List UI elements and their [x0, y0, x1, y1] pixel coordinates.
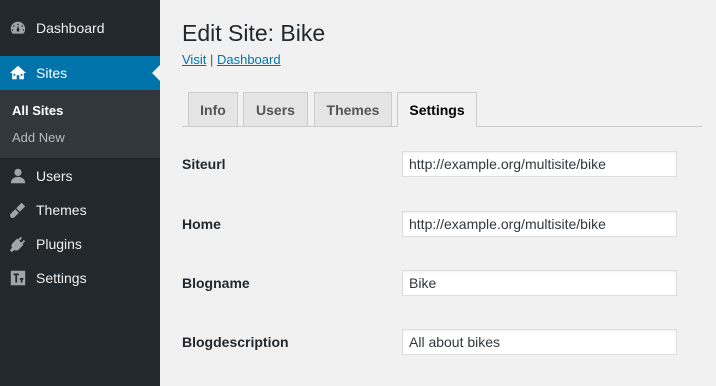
sidebar-item-label: Sites — [36, 65, 68, 81]
submenu-add-new[interactable]: Add New — [12, 130, 65, 145]
blogdescription-field[interactable] — [402, 329, 677, 355]
sidebar-item-users[interactable]: Users — [0, 159, 160, 193]
site-action-links: Visit | Dashboard — [182, 52, 281, 67]
blogdescription-label: Blogdescription — [182, 334, 289, 350]
sidebar-item-settings[interactable]: Settings — [0, 261, 160, 295]
sidebar-item-sites[interactable]: Sites — [0, 56, 160, 90]
sidebar-item-label: Dashboard — [36, 20, 105, 36]
sidebar-item-label: Plugins — [36, 236, 82, 252]
sidebar-item-plugins[interactable]: Plugins — [0, 227, 160, 261]
home-field[interactable] — [402, 211, 677, 237]
home-label: Home — [182, 216, 221, 232]
dashboard-icon — [8, 18, 28, 38]
sidebar-item-label: Themes — [36, 202, 87, 218]
sidebar-item-themes[interactable]: Themes — [0, 193, 160, 227]
blogname-label: Blogname — [182, 275, 250, 291]
tab-settings[interactable]: Settings — [397, 92, 477, 127]
siteurl-label: Siteurl — [182, 156, 226, 172]
sites-submenu: All Sites Add New — [0, 90, 160, 158]
submenu-all-sites[interactable]: All Sites — [12, 103, 63, 118]
plugins-icon — [8, 234, 28, 254]
tab-info[interactable]: Info — [188, 92, 238, 126]
main-content: Edit Site: Bike Visit | Dashboard Info U… — [182, 0, 716, 386]
sidebar-item-label: Users — [36, 168, 73, 184]
sidebar-item-dashboard[interactable]: Dashboard — [0, 11, 160, 45]
admin-sidebar: Dashboard Sites All Sites Add New Users … — [0, 0, 160, 386]
link-separator: | — [209, 52, 214, 67]
themes-icon — [8, 200, 28, 220]
tab-themes[interactable]: Themes — [314, 92, 392, 126]
tab-users[interactable]: Users — [243, 92, 308, 126]
sidebar-item-label: Settings — [36, 270, 87, 286]
dashboard-link[interactable]: Dashboard — [217, 52, 281, 67]
visit-link[interactable]: Visit — [182, 52, 206, 67]
users-icon — [8, 166, 28, 186]
settings-icon — [8, 268, 28, 288]
blogname-field[interactable] — [402, 270, 677, 296]
page-title: Edit Site: Bike — [182, 20, 326, 46]
sites-icon — [8, 63, 28, 83]
siteurl-field[interactable] — [402, 151, 677, 177]
